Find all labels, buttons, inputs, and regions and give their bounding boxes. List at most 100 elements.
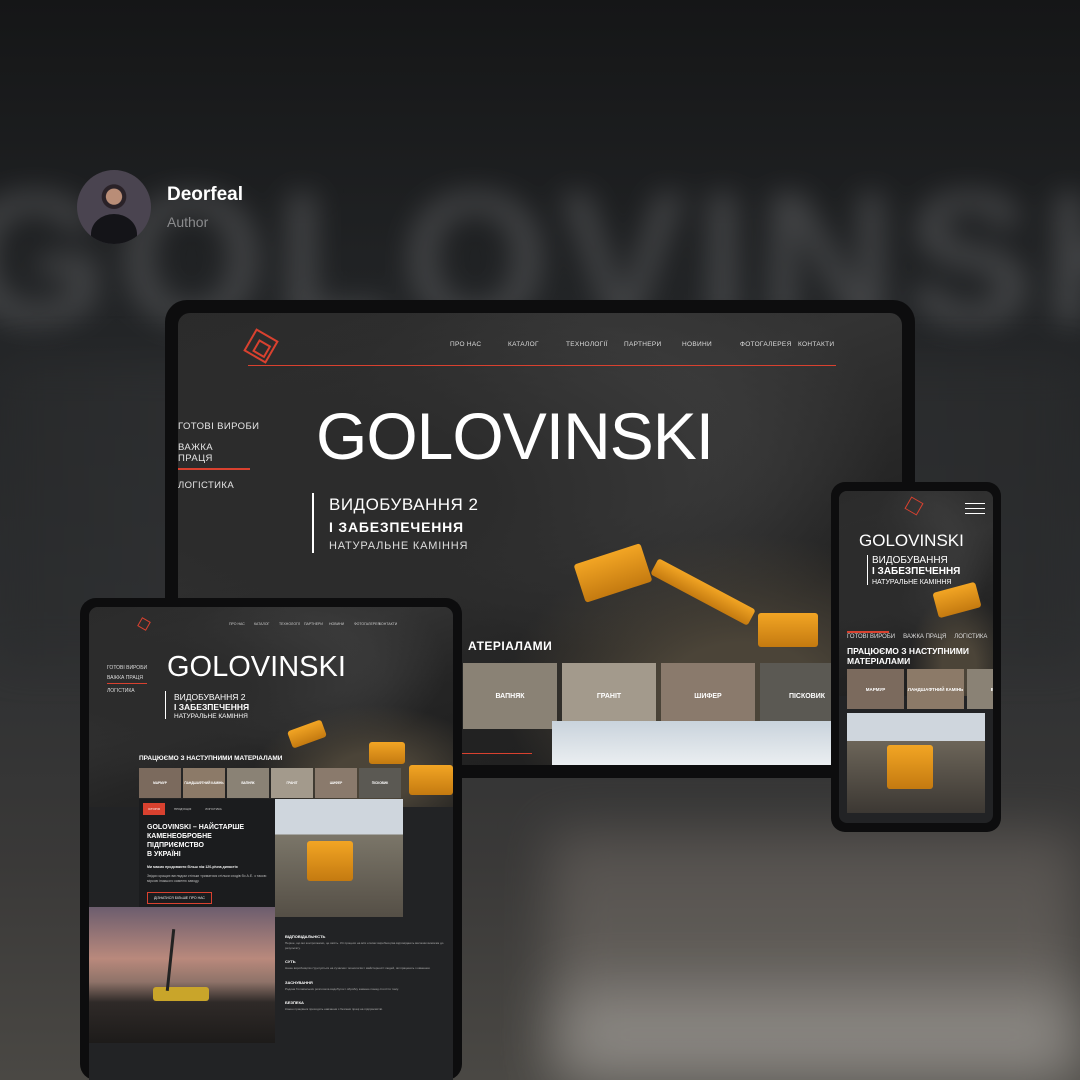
side-item-finished-goods[interactable]: ГОТОВІ ВИРОБИ xyxy=(178,421,259,432)
excavator-image xyxy=(307,841,353,881)
excavator-bucket-image xyxy=(573,543,653,603)
material-tile[interactable]: МАРМУР xyxy=(139,768,181,798)
value-title: ВІДПОВІДАЛЬНІСТЬ xyxy=(285,934,326,939)
material-tile[interactable]: ПАНДШАФТНИЙ КАМІНЬ xyxy=(183,768,225,798)
nav-item-contacts[interactable]: КОНТАКТИ xyxy=(379,622,404,626)
sky-photo xyxy=(552,721,834,765)
headline-bar xyxy=(165,691,166,719)
side-item-heavy-work[interactable]: ВАЖКА ПРАЦЯ xyxy=(107,675,148,684)
headline-bar xyxy=(312,493,314,553)
presentation-canvas: GOLOVINSKI Deorfeal Author ПРО НАС КАТАЛ… xyxy=(0,0,1080,1080)
tablet-mockup: ПРО НАС КАТАЛОГ ТЕХНОЛОГІЇ ПАРТНЕРИ НОВИ… xyxy=(80,598,462,1080)
hero-title: GOLOVINSKI xyxy=(316,399,714,473)
nav-item-technologies[interactable]: ТЕХНОЛОГІЇ xyxy=(566,341,624,348)
headline-line-2: І ЗАБЕЗПЕЧЕННЯ xyxy=(872,566,961,577)
materials-grid: МАРМУР ПАНДШАФТНИЙ КАМІНЬ ВАПНЯК ГРАНІТ … xyxy=(139,768,401,798)
hero-subtitle: ВИДОБУВАННЯ 2 І ЗАБЕЗПЕЧЕННЯ НАТУРАЛЬНЕ … xyxy=(329,495,478,552)
excavator-arm-image xyxy=(650,558,756,626)
hero-subtitle: ВИДОБУВАННЯ 2 І ЗАБЕЗПЕЧЕННЯ НАТУРАЛЬНЕ … xyxy=(174,692,249,722)
materials-title: ПРАЦЮЄМО З НАСТУПНИМИ МАТЕРІАЛАМИ xyxy=(139,755,283,762)
about-lead: Ми маємо продовжити більш ніж 120-річна … xyxy=(147,865,238,869)
materials-grid: МАРМУР ЛАНДШАФТНИЙ КАМІНЬ ВАП xyxy=(847,669,993,709)
about-text: Звідси кращих виглядом стільки триматися… xyxy=(147,874,267,883)
side-nav: ГОТОВІ ВИРОБИ ВАЖКА ПРАЦЯ ЛОГІСТИКА xyxy=(178,421,259,501)
material-tile[interactable]: ПІСКОВИК xyxy=(359,768,401,798)
nav-item-partners[interactable]: ПАРТНЕРИ xyxy=(304,622,329,626)
main-nav: ПРО НАС КАТАЛОГ ТЕХНОЛОГІЇ ПАРТНЕРИ НОВИ… xyxy=(450,341,856,348)
about-title-line-1: GOLOVINSKI – НАЙСТАРШЕ xyxy=(147,824,245,831)
material-tile[interactable]: ВАПНЯК xyxy=(463,663,557,729)
author-badge: Deorfeal Author xyxy=(77,170,243,244)
side-item-heavy-work[interactable]: ВАЖКА ПРАЦЯ xyxy=(178,442,250,470)
logo-icon[interactable] xyxy=(243,328,279,364)
nav-item-news[interactable]: НОВИНИ xyxy=(682,341,740,348)
excavator-cab-image xyxy=(369,742,405,764)
headline-line-2: І ЗАБЕЗПЕЧЕННЯ xyxy=(174,702,250,712)
drill-rig-image xyxy=(153,987,209,1001)
side-item-logistics[interactable]: ЛОГІСТИКА xyxy=(107,688,147,694)
about-title-line-2: КАМЕНЕОБРОБНЕ ПІДПРИЄМСТВО xyxy=(147,833,212,849)
value-title: ЗАСНУВАННЯ xyxy=(285,979,313,985)
author-text: Deorfeal Author xyxy=(167,184,243,230)
materials-title: ПРАЦЮЄМО З НАСТУПНИМИ МАТЕРІАЛАМИ xyxy=(847,646,969,666)
material-tile[interactable]: ЛАНДШАФТНИЙ КАМІНЬ xyxy=(907,669,964,709)
materials-title: АТЕРІАЛАМИ xyxy=(468,639,553,653)
material-tile[interactable]: ГРАНІТ xyxy=(271,768,313,798)
value-text: Наше виробництво ґрунтується на сучасних… xyxy=(285,966,431,970)
excavator-bucket-image xyxy=(287,719,327,749)
about-title-line-3: В УКРАЇНІ xyxy=(147,851,181,858)
nav-item-news[interactable]: НОВИНИ xyxy=(329,622,354,626)
blurred-light-area xyxy=(560,990,1080,1080)
drill-rig-photo xyxy=(89,907,275,1043)
headline-line-2: І ЗАБЕЗПЕЧЕННЯ xyxy=(329,519,464,535)
side-item-heavy-work[interactable]: ВАЖКА ПРАЦЯ xyxy=(903,634,946,640)
phone-mockup: GOLOVINSKI ВИДОБУВАННЯ І ЗАБЕЗПЕЧЕННЯ НА… xyxy=(831,482,1001,832)
menu-icon[interactable] xyxy=(965,503,985,518)
excavator-cab-image xyxy=(758,613,818,647)
material-tile[interactable]: ВАПНЯК xyxy=(227,768,269,798)
material-tile[interactable]: ГРАНІТ xyxy=(562,663,656,729)
nav-item-gallery[interactable]: ФОТОГАЛЕРЕЯ xyxy=(740,341,798,348)
material-tile[interactable]: ВАП xyxy=(967,669,993,709)
side-item-logistics[interactable]: ЛОГІСТИКА xyxy=(178,480,259,491)
headline-line-3: НАТУРАЛЬНЕ КАМІННЯ xyxy=(174,713,248,720)
about-card: ІСТОРІЯ ПРОДУКЦІЯ ЛОГІСТИКА GOLOVINSKI –… xyxy=(139,799,275,909)
tab-logistics[interactable]: ЛОГІСТИКА xyxy=(200,803,227,815)
side-nav: ГОТОВІ ВИРОБИ ВАЖКА ПРАЦЯ ЛОГІСТИКА xyxy=(847,634,987,640)
side-nav: ГОТОВІ ВИРОБИ ВАЖКА ПРАЦЯ ЛОГІСТИКА xyxy=(107,665,148,698)
nav-item-catalog[interactable]: КАТАЛОГ xyxy=(508,341,566,348)
nav-item-about[interactable]: ПРО НАС xyxy=(229,622,254,626)
nav-item-catalog[interactable]: КАТАЛОГ xyxy=(254,622,279,626)
headline-line-1: ВИДОБУВАННЯ 2 xyxy=(329,495,479,514)
tab-history[interactable]: ІСТОРІЯ xyxy=(143,803,165,815)
material-tile[interactable]: ШИФЕР xyxy=(661,663,755,729)
nav-item-gallery[interactable]: ФОТОГАЛЕРЕЯ xyxy=(354,622,380,626)
header-divider xyxy=(248,365,836,366)
learn-more-button[interactable]: ДІЗНАТИСЯ БІЛЬШЕ ПРО НАС xyxy=(147,892,212,904)
drill-mast-image xyxy=(165,929,176,991)
excavator-image xyxy=(887,745,933,789)
about-tabs: ІСТОРІЯ ПРОДУКЦІЯ ЛОГІСТИКА xyxy=(139,799,275,819)
value-text: Кожен працівник проходить навчання з без… xyxy=(285,1007,383,1011)
material-tile[interactable]: МАРМУР xyxy=(847,669,904,709)
value-text: Родина Головінських розпочала видобуток … xyxy=(285,986,399,991)
tab-products[interactable]: ПРОДУКЦІЯ xyxy=(169,803,196,815)
materials-grid: ВАПНЯК ГРАНІТ ШИФЕР ПІСКОВИК xyxy=(463,663,854,729)
main-nav: ПРО НАС КАТАЛОГ ТЕХНОЛОГІЇ ПАРТНЕРИ НОВИ… xyxy=(229,622,404,626)
headline-line-3: НАТУРАЛЬНЕ КАМІННЯ xyxy=(329,540,469,552)
headline-line-3: НАТУРАЛЬНЕ КАМІННЯ xyxy=(872,579,952,586)
nav-item-partners[interactable]: ПАРТНЕРИ xyxy=(624,341,682,348)
nav-item-technologies[interactable]: ТЕХНОЛОГІЇ xyxy=(279,622,304,626)
side-item-finished-goods[interactable]: ГОТОВІ ВИРОБИ xyxy=(107,665,147,671)
side-item-finished-goods[interactable]: ГОТОВІ ВИРОБИ xyxy=(847,634,895,640)
nav-item-about[interactable]: ПРО НАС xyxy=(450,341,508,348)
side-item-logistics[interactable]: ЛОГІСТИКА xyxy=(954,634,987,640)
hero-subtitle: ВИДОБУВАННЯ І ЗАБЕЗПЕЧЕННЯ НАТУРАЛЬНЕ КА… xyxy=(872,555,960,588)
about-title: GOLOVINSKI – НАЙСТАРШЕ КАМЕНЕОБРОБНЕ ПІД… xyxy=(139,819,275,863)
side-nav-indicator xyxy=(847,631,889,633)
material-tile[interactable]: ШИФЕР xyxy=(315,768,357,798)
avatar xyxy=(77,170,151,244)
value-text: Перше, що ми контролюємо, це якість. Усі… xyxy=(285,941,444,950)
headline-line-1: ВИДОБУВАННЯ xyxy=(872,555,948,566)
nav-item-contacts[interactable]: КОНТАКТИ xyxy=(798,341,856,348)
